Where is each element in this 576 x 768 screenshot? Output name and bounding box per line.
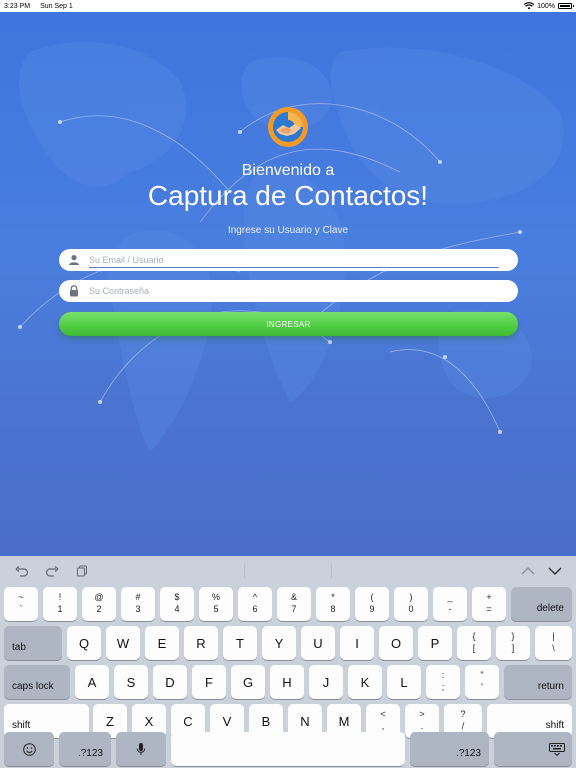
onscreen-keyboard: ~ ` ! 1 @2 #3 $4 % 5 ^ 6 & 7 * 8 (9 ) 0 _ - + = d… [0,556,576,768]
key-k[interactable]: K [348,665,382,699]
keyboard-dismiss-icon [549,743,565,761]
wifi-icon [524,2,535,10]
key-f[interactable]: F [192,665,226,699]
password-input[interactable] [89,283,499,299]
welcome-text: Bienvenido a [241,162,335,179]
microphone-icon [116,732,166,766]
toolbar-divider [244,564,245,578]
key-a[interactable]: A [75,665,109,699]
status-bar: 3:23 PM Sun Sep 1 100% [0,0,576,12]
key-y[interactable]: Y [262,626,296,660]
key-left-bracket[interactable]: {[ [457,626,491,660]
status-time: 3:23 PM [4,2,31,10]
key-dictation[interactable] [116,732,166,766]
key-caps-lock[interactable]: caps lock [4,665,70,699]
emoji-icon [4,732,54,766]
key-2[interactable]: @2 [82,587,116,621]
key-minus[interactable]: _ - [433,587,467,621]
app-title: Captura de Contactos! [147,180,429,211]
key-1[interactable]: ! 1 [43,587,77,621]
battery-icon [558,3,574,9]
key-return[interactable]: return [504,665,572,699]
user-icon [59,254,89,266]
redo-icon[interactable] [44,564,60,578]
key-s[interactable]: S [114,665,148,699]
lock-icon [59,285,89,297]
status-right: 100% [524,2,574,10]
key-t[interactable]: T [223,626,257,660]
key-3[interactable]: #3 [121,587,155,621]
login-screen: Bienvenido a Captura de Contactos! Ingre… [0,12,576,556]
battery-percent: 100% [537,2,555,10]
key-numbers-right[interactable]: .?123 [410,732,489,766]
key-d[interactable]: D [153,665,187,699]
key-g[interactable]: G [231,665,265,699]
login-button[interactable]: INGRESAR [59,312,518,336]
key-4[interactable]: $4 [160,587,194,621]
key-o[interactable]: O [379,626,413,660]
key-l[interactable]: L [387,665,421,699]
undo-icon[interactable] [14,564,30,578]
key-delete[interactable]: delete [511,587,572,621]
key-quote[interactable]: " ' [465,665,499,699]
key-numbers-left[interactable]: .?123 [59,732,111,766]
key-h[interactable]: H [270,665,304,699]
key-r[interactable]: R [184,626,218,660]
keyboard-shortcut-bar [0,556,576,586]
key-space[interactable] [171,732,405,766]
chevron-up-icon[interactable] [520,564,536,578]
password-field[interactable] [59,280,518,302]
key-8[interactable]: * 8 [316,587,350,621]
email-field[interactable] [59,249,518,271]
key-backslash[interactable]: | \ [535,626,572,660]
key-emoji[interactable] [4,732,54,766]
email-input[interactable] [89,252,499,268]
app-logo [268,107,308,147]
key-9[interactable]: (9 [355,587,389,621]
key-dismiss-keyboard[interactable] [494,732,572,766]
key-7[interactable]: & 7 [277,587,311,621]
key-w[interactable]: W [106,626,140,660]
toolbar-divider [331,564,332,578]
paste-icon[interactable] [74,564,90,578]
login-instructions: Ingrese su Usuario y Clave [227,225,349,236]
key-equals[interactable]: + = [472,587,506,621]
chevron-down-icon[interactable] [547,564,563,578]
key-i[interactable]: I [340,626,374,660]
key-p[interactable]: P [418,626,452,660]
key-u[interactable]: U [301,626,335,660]
status-date: Sun Sep 1 [40,2,73,10]
key-6[interactable]: ^ 6 [238,587,272,621]
key-tilde[interactable]: ~ ` [4,587,38,621]
key-semicolon[interactable]: :; [426,665,460,699]
key-j[interactable]: J [309,665,343,699]
key-e[interactable]: E [145,626,179,660]
key-0[interactable]: ) 0 [394,587,428,621]
key-tab[interactable]: tab [4,626,62,660]
key-q[interactable]: Q [67,626,101,660]
key-right-bracket[interactable]: }] [496,626,530,660]
key-5[interactable]: % 5 [199,587,233,621]
